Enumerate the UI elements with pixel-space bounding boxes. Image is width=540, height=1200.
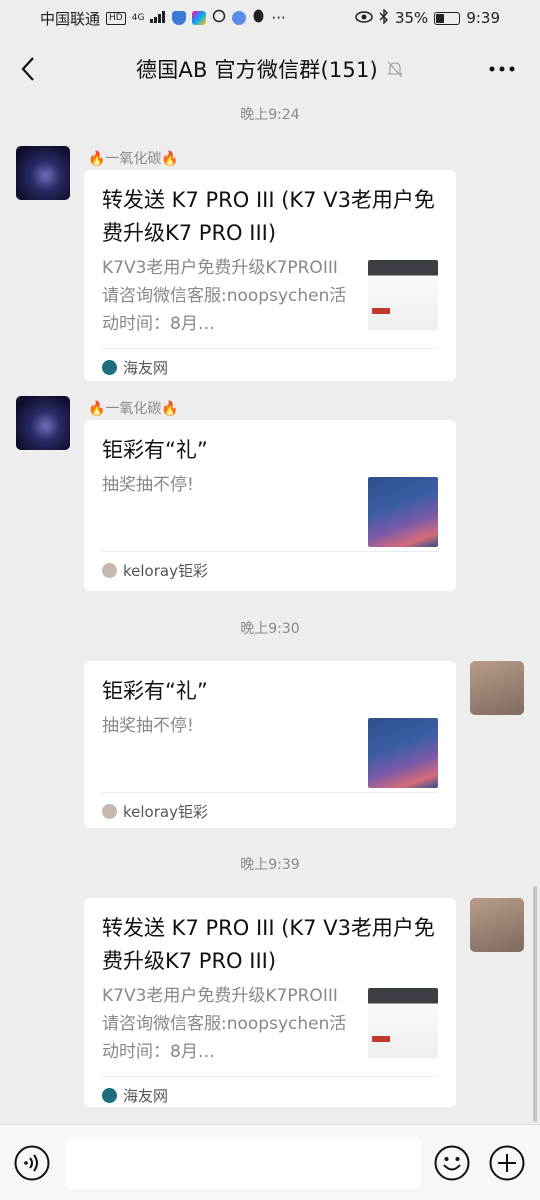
- shield-icon: [172, 11, 187, 25]
- mute-bell-icon: [386, 60, 404, 78]
- message-input[interactable]: [66, 1137, 421, 1189]
- battery-percent: 35%: [394, 9, 429, 27]
- sender-name: 🔥一氧化碳🔥: [88, 151, 179, 167]
- scrollbar[interactable]: [533, 886, 537, 1122]
- source-label: keloray钜彩: [123, 562, 208, 580]
- qq-icon: [252, 9, 265, 28]
- card-title: 转发送 K7 PRO III (K7 V3老用户免费升级K7 PRO III): [102, 916, 435, 973]
- more-functions-button[interactable]: [489, 1145, 525, 1181]
- more-icon: [489, 66, 515, 72]
- card-description: K7V3老用户免费升级K7PROIII请咨询微信客服:noopsychen活动时…: [102, 258, 347, 334]
- card-description: K7V3老用户免费升级K7PROIII请咨询微信客服:noopsychen活动时…: [102, 986, 347, 1062]
- battery-icon: [434, 11, 461, 25]
- card-description: 抽奖抽不停!: [102, 475, 194, 495]
- avatar[interactable]: [16, 396, 70, 450]
- music-icon: [232, 11, 247, 25]
- source-icon: [102, 1088, 117, 1103]
- back-button[interactable]: [10, 49, 46, 89]
- chat-title-bar: 德国AB 官方微信群(151): [0, 38, 540, 100]
- signal-icon: [150, 9, 166, 27]
- circle-icon: [212, 9, 226, 27]
- chat-title: 德国AB 官方微信群(151): [136, 58, 378, 82]
- time-label: 晚上9:30: [240, 621, 300, 637]
- clock: 9:39: [466, 9, 500, 27]
- card-title: 转发送 K7 PRO III (K7 V3老用户免费升级K7 PRO III): [102, 188, 435, 245]
- link-card[interactable]: 转发送 K7 PRO III (K7 V3老用户免费升级K7 PRO III) …: [84, 170, 456, 381]
- card-thumbnail: [368, 260, 438, 330]
- status-bar: 中国联通 HD 4G ··· 35% 9:39: [0, 0, 540, 36]
- status-right: 35% 9:39: [355, 7, 500, 28]
- card-title: 钜彩有“礼”: [102, 438, 208, 462]
- network-label: 4G: [131, 12, 145, 23]
- card-source: 海友网: [102, 1076, 438, 1114]
- card-description: 抽奖抽不停!: [102, 716, 194, 736]
- sender-name: 🔥一氧化碳🔥: [88, 401, 179, 417]
- card-source: 海友网: [102, 348, 438, 386]
- voice-button[interactable]: [14, 1145, 50, 1181]
- source-icon: [102, 804, 117, 819]
- card-source: keloray钜彩: [102, 551, 438, 589]
- avatar[interactable]: [470, 898, 524, 952]
- source-label: keloray钜彩: [123, 803, 208, 821]
- link-card[interactable]: 钜彩有“礼” 抽奖抽不停! keloray钜彩: [84, 661, 456, 828]
- plus-icon: [489, 1145, 525, 1181]
- emoji-icon: [434, 1145, 470, 1181]
- hd-badge: HD: [106, 11, 126, 25]
- input-bar: [0, 1124, 540, 1200]
- more-button[interactable]: [482, 49, 522, 89]
- more-status-icon: ···: [271, 9, 286, 27]
- time-label: 晚上9:39: [240, 857, 300, 873]
- card-source: keloray钜彩: [102, 792, 438, 830]
- chat-area[interactable]: 晚上9:24 🔥一氧化碳🔥 转发送 K7 PRO III (K7 V3老用户免费…: [0, 100, 540, 1124]
- source-label: 海友网: [123, 1087, 169, 1105]
- link-card[interactable]: 钜彩有“礼” 抽奖抽不停! keloray钜彩: [84, 420, 456, 591]
- eye-icon: [355, 9, 373, 27]
- source-icon: [102, 563, 117, 578]
- source-icon: [102, 360, 117, 375]
- source-label: 海友网: [123, 359, 169, 377]
- avatar[interactable]: [16, 146, 70, 200]
- emoji-button[interactable]: [434, 1145, 470, 1181]
- carrier-label: 中国联通: [40, 9, 101, 28]
- app-icon: [192, 11, 207, 25]
- bluetooth-icon: [379, 7, 389, 28]
- card-thumbnail: [368, 718, 438, 788]
- card-title: 钜彩有“礼”: [102, 679, 208, 703]
- avatar[interactable]: [470, 661, 524, 715]
- status-left: 中国联通 HD 4G ···: [40, 8, 286, 29]
- voice-icon: [14, 1145, 50, 1181]
- card-thumbnail: [368, 477, 438, 547]
- back-icon: [21, 57, 34, 81]
- link-card[interactable]: 转发送 K7 PRO III (K7 V3老用户免费升级K7 PRO III) …: [84, 898, 456, 1107]
- time-label: 晚上9:24: [240, 107, 300, 123]
- card-thumbnail: [368, 988, 438, 1058]
